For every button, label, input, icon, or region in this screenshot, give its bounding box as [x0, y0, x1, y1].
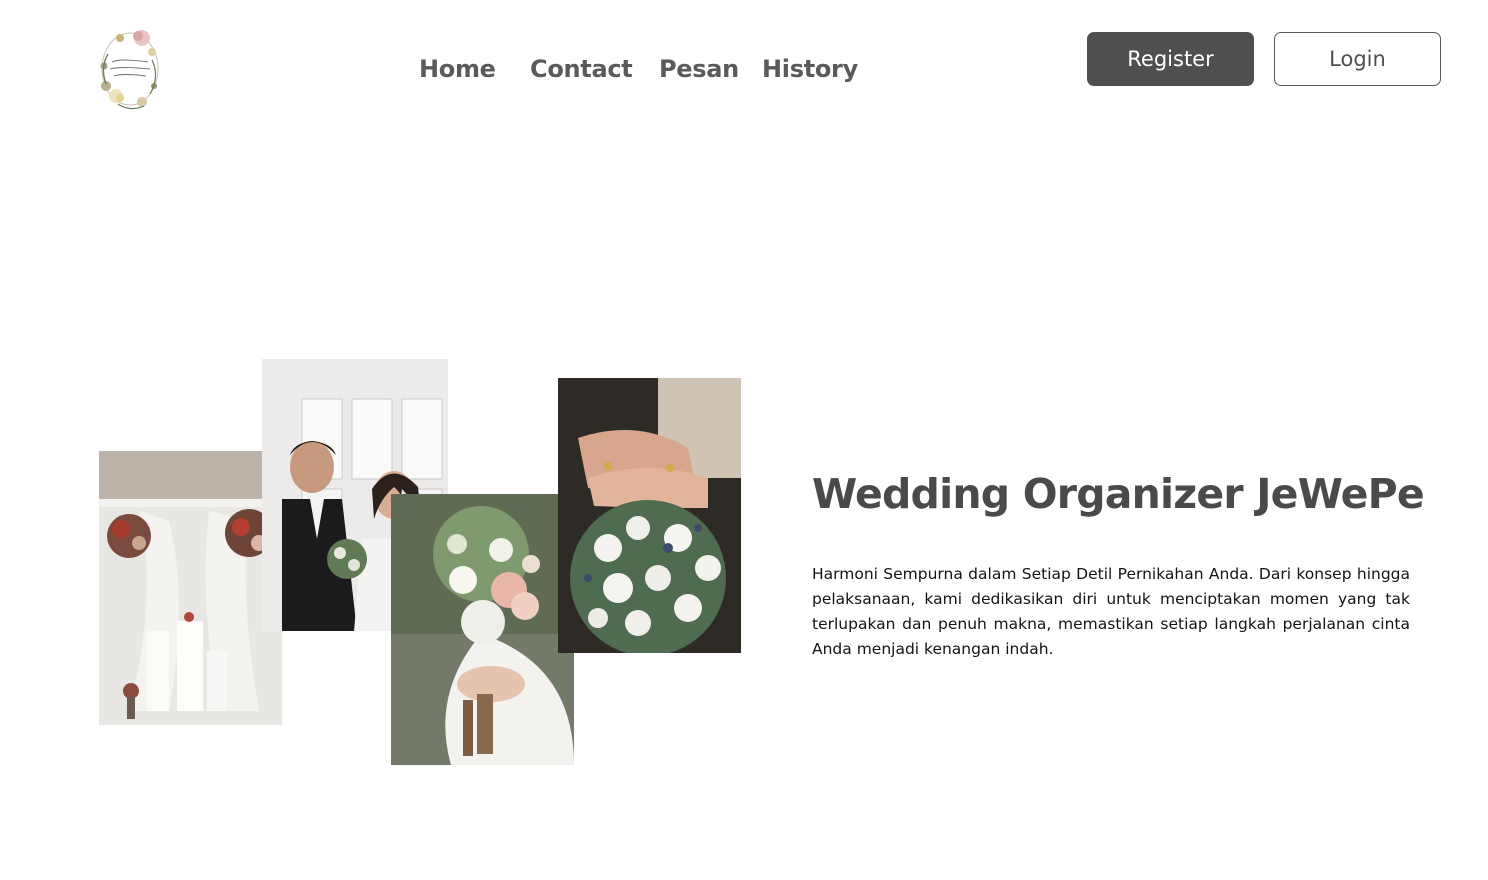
hero-description: Harmoni Sempurna dalam Setiap Detil Pern…	[812, 565, 1410, 658]
login-button[interactable]: Login	[1274, 32, 1441, 86]
wedding-decor-photo	[99, 451, 282, 725]
nav-pesan-link[interactable]: Pesan	[659, 52, 739, 86]
bridal-bouquet-photo	[391, 494, 574, 765]
logo[interactable]	[94, 24, 166, 114]
nav-history-link[interactable]: History	[762, 52, 858, 86]
nav-contact-link[interactable]: Contact	[530, 52, 633, 86]
register-button[interactable]: Register	[1087, 32, 1254, 86]
nav-home-link[interactable]: Home	[419, 52, 496, 86]
hero-title: Wedding Organizer JeWePe	[812, 470, 1425, 518]
rings-cotton-bouquet-photo	[558, 378, 741, 653]
floral-wreath-logo-icon	[100, 30, 159, 110]
